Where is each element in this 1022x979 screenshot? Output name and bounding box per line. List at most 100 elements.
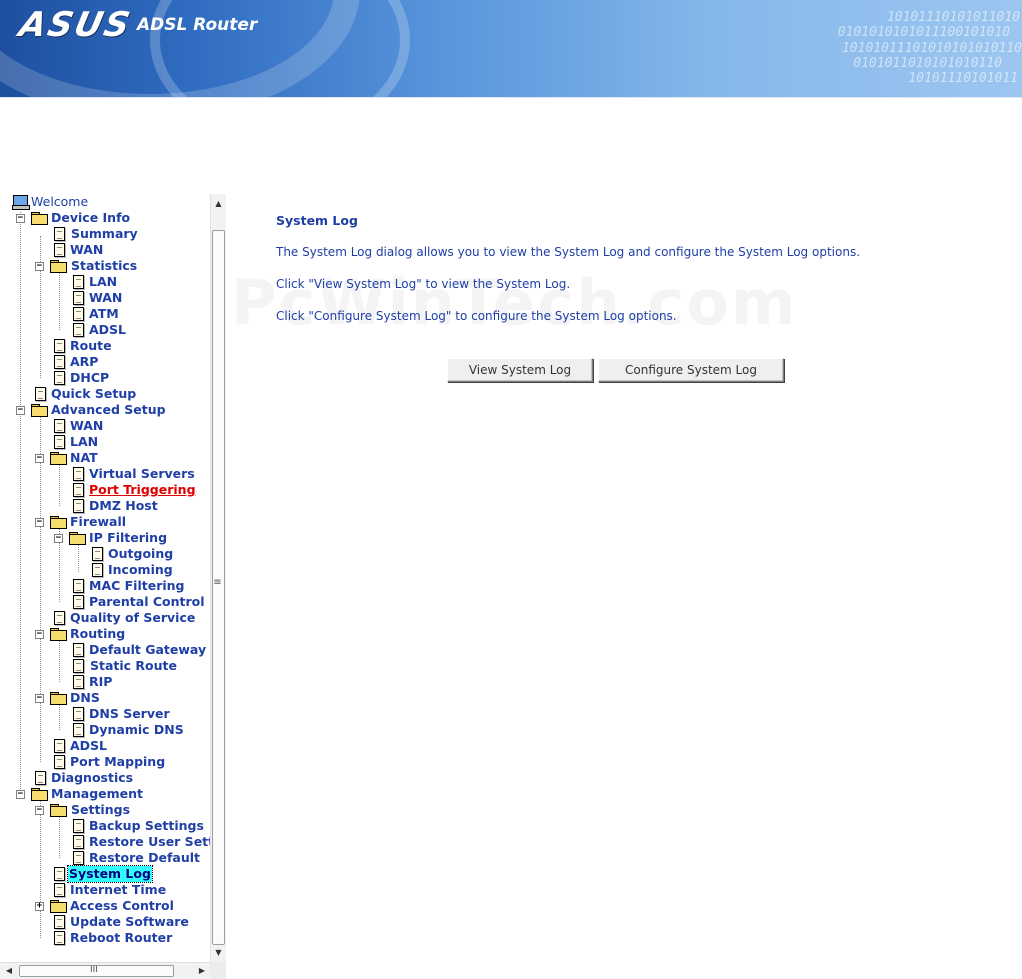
collapse-icon[interactable]: − bbox=[16, 790, 25, 799]
tree-item-label[interactable]: Route bbox=[70, 338, 112, 354]
tree-item-label[interactable]: Outgoing bbox=[108, 546, 173, 562]
tree-item-dynamic-dns[interactable]: Dynamic DNS bbox=[0, 722, 210, 738]
tree-item-mac-filtering[interactable]: MAC Filtering bbox=[0, 578, 210, 594]
tree-item-label[interactable]: Management bbox=[51, 786, 143, 802]
tree-item-label[interactable]: Welcome bbox=[31, 194, 88, 210]
tree-item-advanced-setup[interactable]: − Advanced Setup bbox=[0, 402, 210, 418]
tree-item-label[interactable]: MAC Filtering bbox=[89, 578, 185, 594]
scroll-right-icon[interactable]: ▶ bbox=[194, 963, 210, 979]
tree-item-adv-wan[interactable]: WAN bbox=[0, 418, 210, 434]
tree-item-label[interactable]: WAN bbox=[70, 418, 103, 434]
tree-item-label[interactable]: ATM bbox=[89, 306, 119, 322]
tree-item-qos[interactable]: Quality of Service bbox=[0, 610, 210, 626]
tree-item-update-software[interactable]: Update Software bbox=[0, 914, 210, 930]
tree-item-label[interactable]: DHCP bbox=[70, 370, 109, 386]
tree-item-dmz-host[interactable]: DMZ Host bbox=[0, 498, 210, 514]
tree-item-ip-filtering[interactable]: − IP Filtering bbox=[0, 530, 210, 546]
tree-item-label[interactable]: Dynamic DNS bbox=[89, 722, 184, 738]
collapse-icon[interactable]: − bbox=[35, 694, 44, 703]
tree-item-virtual-servers[interactable]: Virtual Servers bbox=[0, 466, 210, 482]
tree-item-backup-settings[interactable]: Backup Settings bbox=[0, 818, 210, 834]
tree-item-label[interactable]: LAN bbox=[70, 434, 98, 450]
tree-item-outgoing[interactable]: Outgoing bbox=[0, 546, 210, 562]
tree-item-port-triggering[interactable]: Port Triggering bbox=[0, 482, 210, 498]
tree-item-settings[interactable]: − Settings bbox=[0, 802, 210, 818]
tree-item-label[interactable]: Port Triggering bbox=[89, 482, 196, 498]
tree-item-stat-wan[interactable]: WAN bbox=[0, 290, 210, 306]
tree-item-dns[interactable]: − DNS bbox=[0, 690, 210, 706]
tree-item-dhcp[interactable]: DHCP bbox=[0, 370, 210, 386]
tree-item-label[interactable]: Diagnostics bbox=[51, 770, 133, 786]
tree-item-restore-user-settings[interactable]: Restore User Settin bbox=[0, 834, 210, 850]
tree-item-dns-server[interactable]: DNS Server bbox=[0, 706, 210, 722]
tree-item-stat-atm[interactable]: ATM bbox=[0, 306, 210, 322]
tree-item-management[interactable]: − Management bbox=[0, 786, 210, 802]
tree-item-label[interactable]: Summary bbox=[71, 226, 138, 242]
tree-item-label[interactable]: Backup Settings bbox=[89, 818, 204, 834]
tree-item-label[interactable]: Update Software bbox=[70, 914, 189, 930]
tree-item-label[interactable]: Advanced Setup bbox=[51, 402, 166, 418]
collapse-icon[interactable]: − bbox=[54, 534, 63, 543]
tree-item-label[interactable]: DNS bbox=[70, 690, 100, 706]
tree-item-internet-time[interactable]: Internet Time bbox=[0, 882, 210, 898]
scroll-left-icon[interactable]: ◀ bbox=[1, 963, 17, 979]
tree-item-incoming[interactable]: Incoming bbox=[0, 562, 210, 578]
tree-item-device-info[interactable]: − Device Info bbox=[0, 210, 210, 226]
tree-item-label[interactable]: Quality of Service bbox=[70, 610, 195, 626]
tree-item-rip[interactable]: RIP bbox=[0, 674, 210, 690]
tree-item-diagnostics[interactable]: Diagnostics bbox=[0, 770, 210, 786]
tree-item-route[interactable]: Route bbox=[0, 338, 210, 354]
tree-item-access-control[interactable]: + Access Control bbox=[0, 898, 210, 914]
tree-item-label[interactable]: Reboot Router bbox=[70, 930, 172, 946]
scroll-up-icon[interactable]: ▲ bbox=[211, 196, 226, 212]
tree-item-label[interactable]: DNS Server bbox=[89, 706, 170, 722]
collapse-icon[interactable]: − bbox=[35, 454, 44, 463]
tree-item-label[interactable]: RIP bbox=[89, 674, 112, 690]
tree-item-reboot-router[interactable]: Reboot Router bbox=[0, 930, 210, 946]
tree-item-label[interactable]: ADSL bbox=[70, 738, 107, 754]
collapse-icon[interactable]: − bbox=[35, 806, 44, 815]
tree-item-adv-adsl[interactable]: ADSL bbox=[0, 738, 210, 754]
tree-item-restore-default[interactable]: Restore Default bbox=[0, 850, 210, 866]
tree-item-routing[interactable]: − Routing bbox=[0, 626, 210, 642]
collapse-icon[interactable]: − bbox=[35, 630, 44, 639]
tree-item-quick-setup[interactable]: Quick Setup bbox=[0, 386, 210, 402]
tree-item-label[interactable]: Routing bbox=[70, 626, 125, 642]
tree-item-welcome[interactable]: Welcome bbox=[0, 194, 210, 210]
tree-item-wan[interactable]: WAN bbox=[0, 242, 210, 258]
tree-item-label[interactable]: WAN bbox=[89, 290, 122, 306]
tree-horizontal-scrollbar[interactable]: ◀ III ▶ bbox=[0, 962, 210, 979]
tree-item-system-log[interactable]: System Log bbox=[0, 865, 210, 883]
tree-item-label[interactable]: ADSL bbox=[89, 322, 126, 338]
tree-item-label[interactable]: Static Route bbox=[90, 658, 177, 674]
tree-item-default-gateway[interactable]: Default Gateway bbox=[0, 642, 210, 658]
tree-item-label[interactable]: Firewall bbox=[70, 514, 126, 530]
scroll-thumb[interactable]: III bbox=[19, 965, 174, 977]
configure-system-log-button[interactable]: Configure System Log bbox=[598, 358, 784, 382]
tree-item-label[interactable]: Parental Control bbox=[89, 594, 205, 610]
tree-item-label[interactable]: Incoming bbox=[108, 562, 173, 578]
tree-item-label[interactable]: WAN bbox=[70, 242, 103, 258]
tree-item-stat-adsl[interactable]: ADSL bbox=[0, 322, 210, 338]
scroll-down-icon[interactable]: ▼ bbox=[211, 945, 226, 961]
tree-item-parental-control[interactable]: Parental Control bbox=[0, 594, 210, 610]
tree-item-adv-lan[interactable]: LAN bbox=[0, 434, 210, 450]
tree-item-label[interactable]: Settings bbox=[71, 802, 130, 818]
tree-vertical-scrollbar[interactable]: ▲ ≡ ▼ bbox=[210, 194, 226, 962]
tree-item-label[interactable]: IP Filtering bbox=[89, 530, 167, 546]
tree-item-statistics[interactable]: − Statistics bbox=[0, 258, 210, 274]
tree-item-label[interactable]: Default Gateway bbox=[89, 642, 206, 658]
tree-item-label[interactable]: Statistics bbox=[71, 258, 137, 274]
tree-item-label[interactable]: Device Info bbox=[51, 210, 130, 226]
collapse-icon[interactable]: − bbox=[16, 214, 25, 223]
tree-item-label[interactable]: Internet Time bbox=[70, 882, 166, 898]
tree-item-label[interactable]: NAT bbox=[70, 450, 98, 466]
tree-item-label[interactable]: LAN bbox=[89, 274, 117, 290]
tree-item-label[interactable]: Virtual Servers bbox=[89, 466, 195, 482]
tree-item-label[interactable]: ARP bbox=[70, 354, 98, 370]
tree-item-label[interactable]: DMZ Host bbox=[89, 498, 158, 514]
collapse-icon[interactable]: − bbox=[16, 406, 25, 415]
tree-item-static-route[interactable]: Static Route bbox=[0, 658, 210, 674]
tree-item-firewall[interactable]: − Firewall bbox=[0, 514, 210, 530]
tree-item-stat-lan[interactable]: LAN bbox=[0, 274, 210, 290]
